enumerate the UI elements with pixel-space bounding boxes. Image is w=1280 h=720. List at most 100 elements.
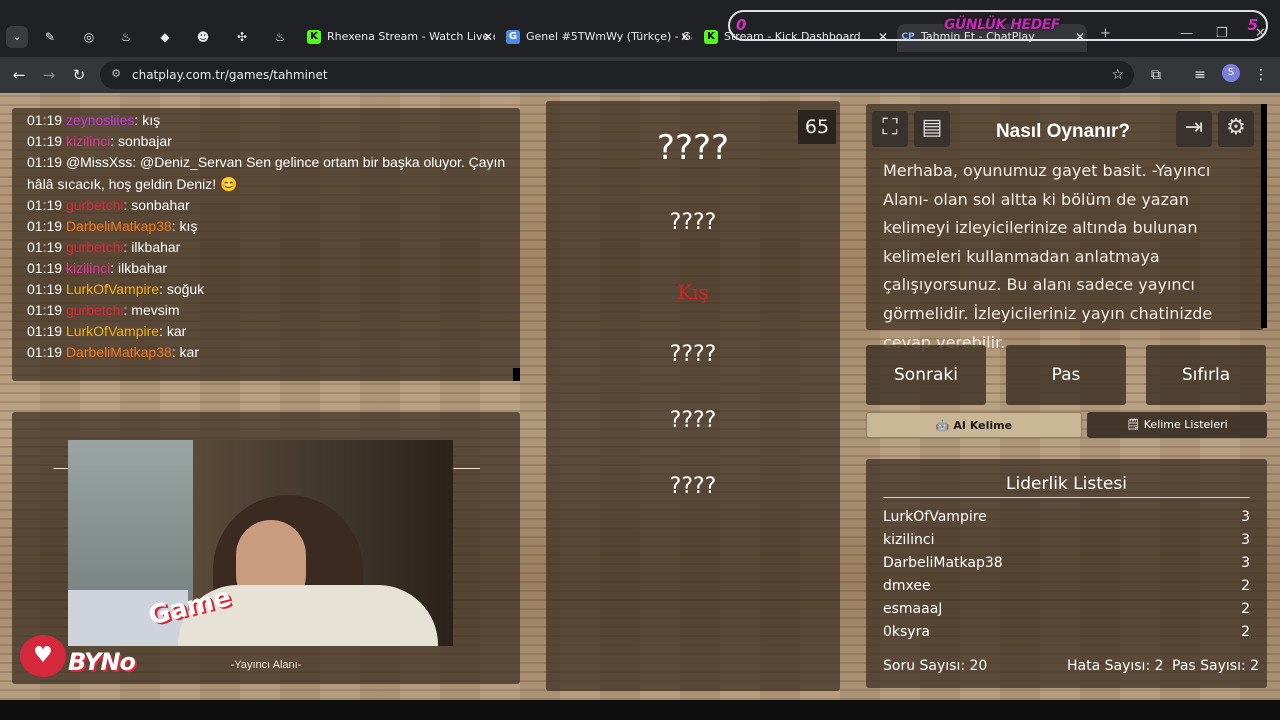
- next-button[interactable]: Sonraki: [866, 345, 986, 405]
- ai-word-button[interactable]: 🤖 AI Kelime: [866, 412, 1082, 438]
- chat-timestamp: 01:19: [27, 197, 63, 213]
- fullscreen-icon[interactable]: ⛶: [872, 111, 908, 147]
- hidden-word: ????: [656, 128, 730, 168]
- site-info-icon[interactable]: ⚙: [108, 66, 124, 82]
- chat-username[interactable]: DarbeliMatkap38: [66, 218, 172, 234]
- chat-username[interactable]: DarbeliMatkap38: [66, 344, 172, 360]
- omnibox[interactable]: ⚙ chatplay.com.tr/games/tahminet ☆: [100, 61, 1134, 89]
- how-to-scrollbar[interactable]: [1261, 104, 1267, 328]
- word-lists-label: Kelime Listeleri: [1143, 418, 1228, 431]
- chat-text: : ilkbahar: [110, 260, 168, 276]
- how-to-play-text: Merhaba, oyunumuz gayet basit. -Yayıncı …: [883, 161, 1213, 352]
- bookmark-star-icon[interactable]: ☆: [1111, 61, 1124, 89]
- pinned-tab-6[interactable]: ✣: [228, 27, 256, 47]
- pinned-tab-steam[interactable]: ♨: [112, 27, 140, 47]
- back-icon[interactable]: ←: [8, 65, 30, 85]
- chat-timestamp: 01:19: [27, 133, 63, 149]
- pinned-tab-1[interactable]: ✎: [36, 27, 64, 47]
- url-text[interactable]: chatplay.com.tr/games/tahminet: [132, 61, 328, 89]
- divider: [883, 497, 1250, 498]
- leaderboard-name: dmxee: [883, 578, 931, 594]
- chat-username[interactable]: gurbetchi: [66, 197, 124, 213]
- chat-username[interactable]: zeynosliies: [66, 112, 134, 128]
- pinned-tab-2[interactable]: ◎: [75, 27, 103, 47]
- chat-text: hâlâ sıcacık, hoş geldin Deniz! 😊: [27, 176, 238, 192]
- document-icon[interactable]: ▤: [914, 111, 950, 147]
- chat-message: 01:19 kizilinci: ilkbahar: [27, 259, 167, 277]
- daily-goal-target: 5: [1247, 16, 1258, 34]
- chat-message: 01:19 gurbetchi: ilkbahar: [27, 238, 180, 256]
- hidden-word: ????: [669, 210, 717, 235]
- chat-text: @MissXss: @Deniz_Servan Sen gelince orta…: [65, 154, 506, 170]
- pass-button[interactable]: Pas: [1006, 345, 1126, 405]
- pinned-tab-5[interactable]: ☻: [189, 27, 217, 47]
- chat-message: 01:19 @MissXss: @Deniz_Servan Sen gelinc…: [27, 153, 505, 171]
- settings-gear-icon[interactable]: ⚙: [1218, 111, 1254, 147]
- word-panel: [546, 101, 840, 691]
- chat-text: : sonbajar: [110, 133, 172, 149]
- logout-icon[interactable]: ⇥: [1176, 111, 1212, 147]
- hidden-word: ????: [669, 474, 717, 499]
- close-tab-icon[interactable]: ✕: [680, 24, 690, 50]
- tab-genel[interactable]: G Genel #5TWmWy (Türkçe) - Ga ✕: [502, 24, 692, 52]
- chat-username[interactable]: kizilinci: [66, 133, 110, 149]
- tab-title: Genel #5TWmWy (Türkçe) - Ga: [526, 30, 692, 43]
- chat-username[interactable]: LurkOfVampire: [66, 281, 159, 297]
- leaderboard-title: Liderlik Listesi: [1006, 474, 1127, 494]
- chat-message: 01:19 kizilinci: sonbajar: [27, 132, 172, 150]
- tab-rhexena-stream[interactable]: K Rhexena Stream - Watch Live o ✕: [303, 24, 495, 52]
- media-controls-icon[interactable]: ≡: [1190, 65, 1210, 85]
- chat-username[interactable]: LurkOfVampire: [66, 323, 159, 339]
- notepad-icon: 🗒: [1126, 418, 1144, 431]
- kick-icon: K: [704, 30, 718, 44]
- chat-text: : soğuk: [159, 281, 205, 297]
- reset-button[interactable]: Sıfırla: [1146, 345, 1266, 405]
- chat-message: 01:19 gurbetchi: sonbahar: [27, 196, 190, 214]
- leaderboard-name: LurkOfVampire: [883, 509, 987, 525]
- chat-timestamp: 01:19: [27, 218, 63, 234]
- chat-text: : sonbahar: [123, 197, 190, 213]
- chat-username[interactable]: gurbetchi: [66, 302, 124, 318]
- pinned-tab-steam-2[interactable]: ♨: [266, 27, 294, 47]
- chat-message: 01:19 LurkOfVampire: soğuk: [27, 280, 204, 298]
- chat-text: : kış: [134, 112, 161, 128]
- chat-message: 01:19 LurkOfVampire: kar: [27, 322, 186, 340]
- chat-timestamp: 01:19: [27, 344, 63, 360]
- close-tab-icon[interactable]: ✕: [483, 24, 493, 50]
- extensions-icon[interactable]: ⧉: [1146, 65, 1166, 85]
- chat-text: : kar: [171, 344, 200, 360]
- reload-icon[interactable]: ↻: [68, 65, 90, 85]
- hidden-word: ????: [669, 408, 717, 433]
- leaderboard-score: 2: [1241, 624, 1250, 640]
- chat-text: : mevsim: [123, 302, 180, 318]
- daily-goal-label: GÜNLÜK HEDEF: [944, 17, 1060, 33]
- profile-avatar[interactable]: S: [1222, 64, 1240, 82]
- chat-username[interactable]: gurbetchi: [66, 239, 124, 255]
- leaderboard-name: esmaaaJ: [883, 601, 943, 617]
- tab-search-icon[interactable]: ⌄: [6, 26, 28, 48]
- daily-goal-current: 0: [736, 16, 747, 34]
- logo-text: BYNo: [68, 648, 136, 676]
- pinned-tab-4[interactable]: ◆: [151, 27, 179, 47]
- forward-icon[interactable]: →: [38, 65, 60, 85]
- chat-text: : kar: [159, 323, 187, 339]
- chat-message: hâlâ sıcacık, hoş geldin Deniz! 😊: [27, 175, 237, 193]
- chat-message: 01:19 DarbeliMatkap38: kış: [27, 217, 197, 235]
- chat-timestamp: 01:19: [27, 112, 63, 128]
- leaderboard-score: 3: [1241, 509, 1250, 525]
- chat-scrollbar[interactable]: [513, 368, 520, 381]
- chat-message: 01:19 zeynosliies: kış: [27, 111, 160, 129]
- chat-timestamp: 01:19: [27, 154, 63, 170]
- leaderboard-score: 2: [1241, 601, 1250, 617]
- chat-message: 01:19 DarbeliMatkap38: kar: [27, 343, 199, 361]
- daily-goal-overlay: 0 GÜNLÜK HEDEF 5: [728, 10, 1268, 41]
- leaderboard-score: 3: [1241, 532, 1250, 548]
- word-lists-button[interactable]: 🗒 Kelime Listeleri: [1087, 412, 1267, 438]
- chat-username[interactable]: kizilinci: [66, 260, 110, 276]
- chat-message: 01:19 gurbetchi: mevsim: [27, 301, 180, 319]
- menu-icon[interactable]: ⋮: [1251, 65, 1271, 85]
- leaderboard-name: 0ksyra: [883, 624, 930, 640]
- how-to-play-title: Nasıl Oynanır?: [995, 121, 1131, 142]
- tab-title: Rhexena Stream - Watch Live o: [327, 30, 495, 43]
- chat-timestamp: 01:19: [27, 260, 63, 276]
